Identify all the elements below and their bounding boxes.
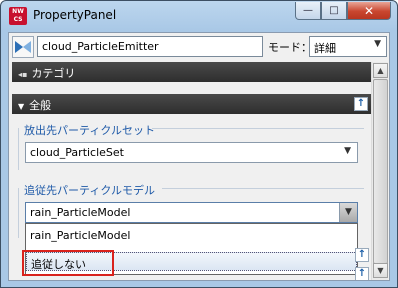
- fieldset-divider: [162, 188, 364, 189]
- mode-label: モード：: [268, 41, 312, 54]
- emit-target-combo[interactable]: cloud_ParticleSet ▼: [25, 142, 358, 163]
- vertical-scrollbar[interactable]: ▲ ▼: [371, 62, 388, 280]
- window-title: PropertyPanel: [33, 8, 117, 22]
- property-sections: ◂▪ カテゴリ ▼ 全般 ↑ 放出先パーティクルセット cloud_Particle…: [12, 62, 389, 280]
- window-controls: — □ ✕: [295, 2, 391, 20]
- emit-target-value: cloud_ParticleSet: [30, 146, 124, 159]
- maximize-button[interactable]: □: [321, 2, 347, 20]
- emitter-bowtie-icon: [12, 36, 34, 58]
- emit-target-label: 放出先パーティクルセット: [24, 124, 156, 137]
- nwcs-app-icon: NW CS: [9, 7, 27, 25]
- general-group-label: 全般: [29, 99, 52, 112]
- fieldset-border: [18, 128, 19, 170]
- panel-client-area: cloud_ParticleEmitter モード： 詳細 ▼ ◂▪ カテゴリ ▼…: [8, 32, 390, 281]
- chevron-down-icon[interactable]: ▼: [339, 203, 357, 222]
- move-up-icon[interactable]: ↑: [355, 267, 369, 280]
- mode-value: 詳細: [314, 42, 336, 55]
- scroll-up-icon[interactable]: ▲: [373, 63, 388, 78]
- pin-icon: ◂▪: [18, 70, 28, 79]
- collapse-triangle-icon: ▼: [18, 102, 25, 111]
- move-up-icon[interactable]: ↑: [354, 97, 368, 111]
- mode-select[interactable]: 詳細 ▼: [309, 36, 387, 57]
- scroll-thumb[interactable]: [373, 79, 388, 264]
- follow-target-label: 追従先パーティクルモデル: [24, 184, 156, 197]
- title-bar[interactable]: NW CS PropertyPanel — □ ✕: [1, 1, 397, 33]
- scroll-down-icon[interactable]: ▼: [373, 263, 388, 278]
- minimize-icon: —: [303, 5, 313, 16]
- move-up-icon[interactable]: ↑: [355, 248, 369, 262]
- close-button[interactable]: ✕: [347, 2, 391, 20]
- maximize-icon: □: [329, 5, 339, 16]
- category-header[interactable]: ◂▪ カテゴリ: [12, 62, 371, 82]
- chevron-down-icon: ▼: [344, 146, 351, 156]
- property-panel-window: NW CS PropertyPanel — □ ✕ cloud_ParticleE…: [0, 0, 398, 288]
- general-group-header[interactable]: ▼ 全般 ↑: [12, 94, 371, 114]
- dropdown-option-rain-model[interactable]: rain_ParticleModel: [26, 226, 357, 245]
- close-icon: ✕: [363, 3, 375, 18]
- follow-target-combo[interactable]: rain_ParticleModel ▼: [25, 202, 358, 223]
- category-header-label: カテゴリ: [31, 67, 76, 80]
- minimize-button[interactable]: —: [295, 2, 321, 20]
- follow-target-value: rain_ParticleModel: [30, 206, 131, 219]
- toolbar: cloud_ParticleEmitter モード： 詳細 ▼: [9, 33, 389, 61]
- fieldset-border: [18, 188, 19, 238]
- chevron-down-icon: ▼: [374, 39, 381, 49]
- fieldset-divider: [152, 128, 364, 129]
- highlight-annotation-box: [22, 250, 114, 276]
- emitter-name-field[interactable]: cloud_ParticleEmitter: [37, 36, 263, 57]
